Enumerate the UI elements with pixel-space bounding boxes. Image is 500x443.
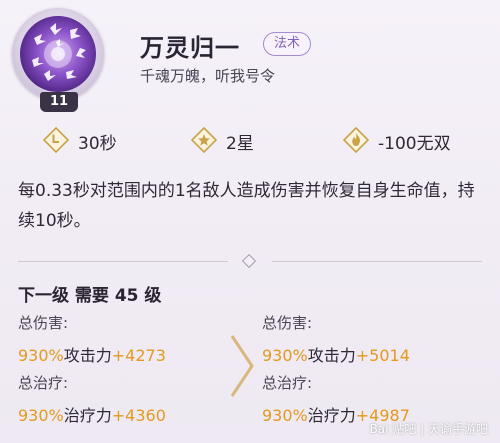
next-damage-pct: 930%	[262, 346, 308, 365]
section-divider	[18, 253, 482, 269]
next-damage-bonus: +5014	[355, 346, 410, 365]
watermark: Bai 贴吧 | 天谕手游吧	[369, 422, 488, 436]
current-heal-attr: 治疗力	[63, 406, 112, 425]
diamond-icon	[241, 253, 257, 269]
skill-detail-panel: 11 万灵归一 法术 千魂万魄，听我号令 30秒 2星 -100无双 每0.33…	[0, 0, 500, 443]
skill-icon-frame[interactable]: 11	[12, 8, 104, 112]
skill-name: 万灵归一	[140, 34, 240, 62]
current-heal-pct: 930%	[18, 406, 64, 425]
next-heal-label: 总治疗:	[262, 374, 313, 392]
current-heal-label: 总治疗:	[18, 374, 69, 392]
skill-level-badge: 11	[40, 92, 78, 112]
current-damage-pct: 930%	[18, 346, 64, 365]
star-icon	[190, 126, 218, 154]
cost-value: -100无双	[378, 134, 451, 154]
next-level-requirement: 下一级 需要 45 级	[18, 286, 162, 306]
next-damage-label: 总伤害:	[262, 314, 313, 332]
star-value: 2星	[226, 134, 254, 154]
next-heal-attr: 治疗力	[307, 406, 356, 425]
clock-icon	[42, 126, 70, 154]
skill-quote: 千魂万魄，听我号令	[140, 67, 276, 85]
current-damage-attr: 攻击力	[63, 346, 112, 365]
next-damage-attr: 攻击力	[307, 346, 356, 365]
skill-description: 每0.33秒对范围内的1名敌人造成伤害并恢复自身生命值，持续10秒。	[18, 181, 475, 231]
divider-line-left	[18, 261, 228, 262]
divider-line-right	[272, 261, 482, 262]
cooldown-value: 30秒	[78, 134, 117, 154]
chevron-right-icon	[228, 334, 256, 398]
skill-type-tag: 法术	[263, 32, 312, 56]
next-heal-pct: 930%	[262, 406, 308, 425]
next-damage-value: 930%攻击力+5014	[262, 342, 410, 366]
purple-spirit-orb-icon	[20, 16, 96, 92]
current-heal-bonus: +4360	[111, 406, 166, 425]
flame-icon	[342, 126, 370, 154]
current-damage-value: 930%攻击力+4273	[18, 342, 166, 366]
current-damage-label: 总伤害:	[18, 314, 69, 332]
current-heal-value: 930%治疗力+4360	[18, 402, 166, 426]
current-damage-bonus: +4273	[111, 346, 166, 365]
